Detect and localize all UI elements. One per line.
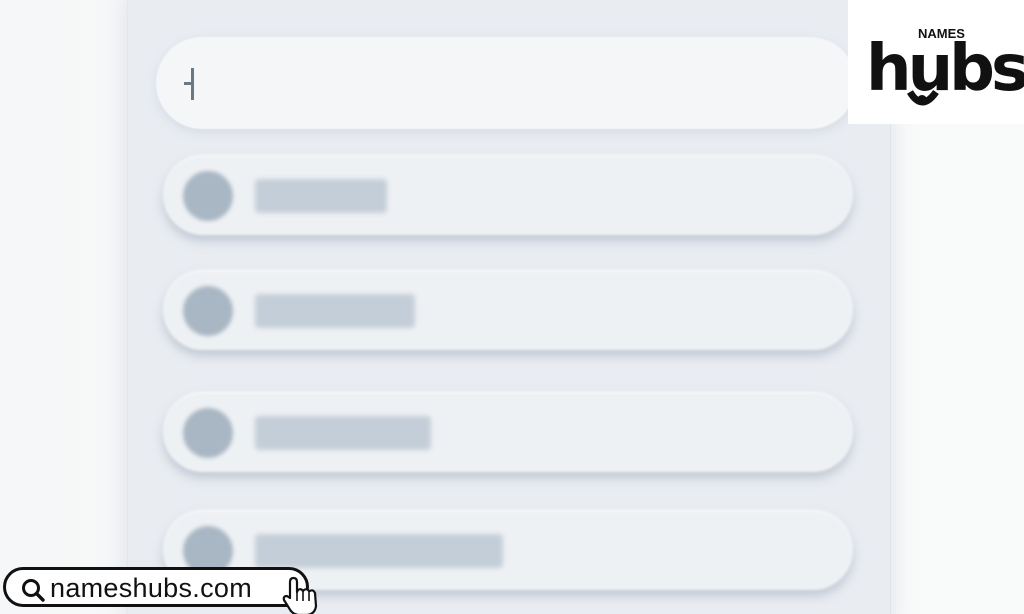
brand-logo: NAMES hubs [848,0,1024,124]
search-input[interactable] [156,37,856,129]
search-icon [22,579,45,602]
text-placeholder [255,534,503,568]
search-bar[interactable] [156,37,856,129]
url-text: nameshubs.com [50,573,252,603]
avatar [183,408,233,458]
logo-main-text: hubs [866,32,1024,106]
list-item[interactable] [163,155,853,235]
avatar [183,286,233,336]
url-badge[interactable]: nameshubs.com [3,567,309,607]
hand-pointer-icon [282,576,318,614]
avatar [183,171,233,221]
text-placeholder [255,416,431,450]
text-placeholder [255,294,415,328]
text-placeholder [255,179,387,213]
text-cursor-icon [184,68,198,100]
list-item[interactable] [163,270,853,350]
list-item[interactable] [163,392,853,472]
